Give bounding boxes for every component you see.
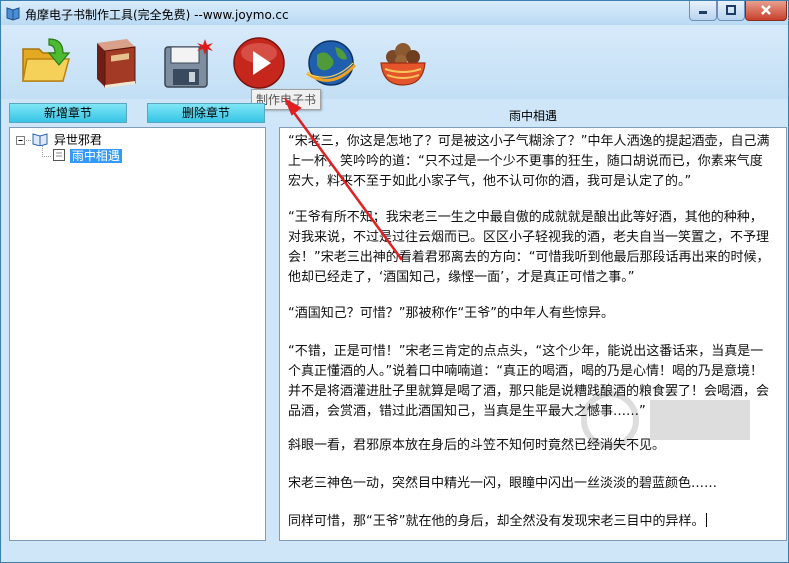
globe-icon[interactable] (303, 35, 359, 91)
page-icon (53, 149, 65, 161)
chapter-tree[interactable]: 异世邪君 雨中相遇 (9, 127, 266, 541)
open-folder-icon[interactable] (19, 35, 75, 91)
paragraph-5: 斜眼一看，君邪原本放在身后的斗笠不知何时竟然已经消失不见。 (288, 438, 666, 453)
add-chapter-button[interactable]: 新增章节 (9, 103, 127, 123)
paragraph-7: 同样可惜，那“王爷”就在他的身后，却全然没有发现宋老三目中的异样。 (288, 514, 705, 529)
maximize-icon (726, 5, 736, 15)
title-bar[interactable]: 角摩电子书制作工具(完全免费) --www.joymo.cc (1, 1, 788, 25)
content-editor[interactable]: “宋老三，你这是怎地了？可是被这小子气糊涂了？”中年人洒逸的提起酒壶，自己满上一… (279, 127, 787, 541)
toolbar (1, 25, 788, 99)
app-window: 角摩电子书制作工具(完全免费) --www.joymo.cc 制作电子书 新增章… (0, 0, 789, 563)
paragraph-6: 宋老三神色一动，突然目中精光一闪，眼瞳中闪出一丝淡淡的碧蓝颜色…… (288, 476, 718, 491)
text-caret (706, 513, 708, 527)
tree-node-chapter[interactable]: 雨中相遇 (52, 148, 122, 164)
maximize-button[interactable] (717, 1, 745, 21)
book-icon[interactable] (87, 35, 143, 91)
paragraph-3: “酒国知己？可惜？”那被称作“王爷”的中年人有些惊异。 (288, 306, 614, 321)
tree-node-book-label: 异世邪君 (53, 133, 102, 147)
food-bowl-icon[interactable] (375, 35, 431, 91)
minimize-icon (699, 11, 707, 14)
paragraph-2: “王爷有所不知；我宋老三一生之中最自傲的成就就是酿出此等好酒，其他的种种，对我来… (288, 210, 770, 285)
paragraph-1: “宋老三，你这是怎地了？可是被这小子气糊涂了？”中年人洒逸的提起酒壶，自己满上一… (288, 134, 770, 189)
open-book-icon (32, 133, 48, 147)
paragraph-4: “不错，正是可惜！”宋老三肯定的点点头，“这个少年，能说出这番话来，当真是一个真… (288, 344, 770, 419)
play-icon[interactable] (231, 35, 287, 91)
app-book-icon (6, 7, 20, 21)
tree-node-book[interactable]: 异世邪君 (32, 132, 104, 148)
delete-chapter-button[interactable]: 删除章节 (147, 103, 265, 123)
window-title: 角摩电子书制作工具(完全免费) --www.joymo.cc (25, 8, 289, 22)
close-button[interactable] (745, 1, 787, 21)
status-bar (1, 541, 788, 562)
save-icon[interactable] (159, 35, 215, 91)
tree-node-chapter-label: 雨中相遇 (69, 149, 122, 163)
paragraph-7-wrap: 同样可惜，那“王爷”就在他的身后，却全然没有发现宋老三目中的异样。 (288, 512, 772, 532)
chapter-title: 雨中相遇 (508, 109, 557, 123)
close-icon (761, 5, 771, 15)
minimize-button[interactable] (689, 1, 717, 21)
